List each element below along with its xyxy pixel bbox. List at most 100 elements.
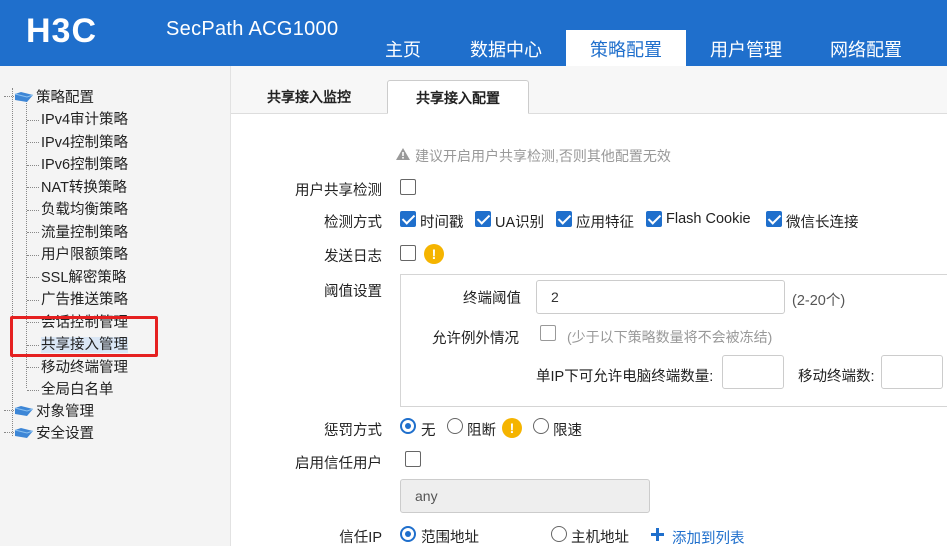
config-form: 建议开启用户共享检测,否则其他配置无效 用户共享检测 检测方式 时间戳 UA识别… [231, 114, 947, 546]
detect-timestamp-checkbox[interactable] [400, 211, 416, 227]
allow-exception-label: 允许例外情况 [432, 331, 519, 347]
user-share-detect-checkbox[interactable] [400, 179, 416, 195]
detect-ua-checkbox[interactable] [475, 211, 491, 227]
terminal-threshold-label: 终端阈值 [463, 291, 521, 307]
tree-root-security[interactable]: 安全设置 [4, 422, 94, 443]
tree-root-label: 安全设置 [36, 426, 94, 442]
allow-exception-checkbox[interactable] [540, 325, 556, 341]
penalty-none-label: 无 [421, 423, 436, 439]
penalty-throttle-label: 限速 [553, 423, 582, 439]
sidebar-item-label: IPv4审计策略 [41, 112, 129, 128]
detect-wechat-label: 微信长连接 [786, 215, 859, 231]
user-share-detect-label: 用户共享检测 [295, 183, 382, 199]
sidebar-item-ipv4-audit[interactable]: IPv4审计策略 [27, 108, 128, 129]
penalty-throttle-radio[interactable] [533, 418, 549, 434]
nav-network-config[interactable]: 网络配置 [820, 30, 912, 66]
sidebar-item-label: 广告推送策略 [41, 292, 128, 308]
tree-connector [27, 164, 39, 166]
tree-connector [27, 232, 39, 234]
tree-connector [27, 187, 39, 189]
tree-connector [27, 142, 39, 144]
tree-connector [27, 209, 39, 211]
plus-icon[interactable] [651, 528, 664, 541]
detect-method-label: 检测方式 [324, 215, 382, 231]
detect-app-feature-label: 应用特征 [576, 215, 634, 231]
sidebar-item-label: 流量控制策略 [41, 224, 128, 241]
nav-data-center[interactable]: 数据中心 [460, 30, 552, 66]
tree-connector [27, 299, 39, 301]
penalty-label: 惩罚方式 [324, 423, 382, 439]
sidebar-item-ad-push[interactable]: 广告推送策略 [27, 288, 128, 309]
folder-icon [14, 427, 34, 438]
sidebar-item-label: 用户限额策略 [41, 247, 128, 263]
tree-root-label: 策略配置 [36, 90, 94, 106]
exclamation-icon[interactable]: ! [424, 244, 444, 264]
tree-root-objects[interactable]: 对象管理 [4, 400, 94, 421]
detect-app-feature-checkbox[interactable] [556, 211, 572, 227]
detect-flash-cookie-label: Flash Cookie [666, 211, 751, 227]
folder-icon [14, 405, 34, 416]
main-nav: 主页 数据中心 策略配置 用户管理 网络配置 [0, 30, 947, 66]
sidebar-item-flow-control[interactable]: 流量控制策略 [27, 221, 128, 242]
tab-bar: 共享接入监控 共享接入配置 [231, 66, 947, 114]
tree-connector [27, 389, 39, 391]
trust-ip-host-label: 主机地址 [571, 530, 629, 546]
tree-connector-root [12, 88, 13, 436]
threshold-label: 阈值设置 [324, 284, 382, 300]
detect-wechat-checkbox[interactable] [766, 211, 782, 227]
sidebar-item-user-quota[interactable]: 用户限额策略 [27, 243, 128, 264]
warning-icon [396, 148, 410, 160]
tree-connector [27, 277, 39, 279]
penalty-none-radio[interactable] [400, 418, 416, 434]
nav-policy-config[interactable]: 策略配置 [566, 30, 686, 66]
tree-connector [27, 367, 39, 369]
trust-ip-label: 信任IP [339, 530, 382, 546]
threshold-panel: 终端阈值 2 (2-20个) 允许例外情况 (少于以下策略数量将不会被冻结) 单… [400, 274, 947, 407]
sidebar-item-label: SSL解密策略 [41, 269, 127, 286]
sidebar-item-label: 移动终端管理 [41, 359, 128, 376]
nav-home[interactable]: 主页 [372, 30, 434, 66]
trust-user-input[interactable]: any [400, 479, 650, 513]
tab-share-monitor[interactable]: 共享接入监控 [247, 80, 371, 114]
penalty-block-label: 阻断 [467, 423, 496, 439]
trust-ip-range-radio[interactable] [400, 526, 416, 542]
tab-share-config[interactable]: 共享接入配置 [387, 80, 529, 114]
allow-exception-hint: (少于以下策略数量将不会被冻结) [567, 329, 773, 345]
sidebar-item-global-whitelist[interactable]: 全局白名单 [27, 378, 114, 399]
sidebar-item-ipv4-control[interactable]: IPv4控制策略 [27, 131, 128, 152]
terminal-threshold-hint: (2-20个) [792, 293, 846, 309]
sidebar-item-label: 负载均衡策略 [41, 202, 128, 218]
sidebar-item-label: NAT转换策略 [41, 179, 127, 196]
mobile-count-label: 移动终端数: [798, 369, 875, 385]
tree-connector [27, 254, 39, 256]
tree-root-policy[interactable]: 策略配置 [4, 86, 94, 107]
sidebar-item-mobile-terminal[interactable]: 移动终端管理 [27, 356, 128, 377]
sidebar-item-nat[interactable]: NAT转换策略 [27, 176, 127, 197]
send-log-checkbox[interactable] [400, 245, 416, 261]
detect-flash-cookie-checkbox[interactable] [646, 211, 662, 227]
tree-connector [27, 119, 39, 121]
sidebar-item-load-balance[interactable]: 负载均衡策略 [27, 198, 128, 219]
nav-user-management[interactable]: 用户管理 [700, 30, 792, 66]
trust-ip-host-radio[interactable] [551, 526, 567, 542]
penalty-block-radio[interactable] [447, 418, 463, 434]
add-to-list-link[interactable]: 添加到列表 [672, 527, 745, 546]
exclamation-icon[interactable]: ! [502, 418, 522, 438]
trust-user-label: 启用信任用户 [295, 456, 382, 472]
sidebar-item-label: 全局白名单 [41, 382, 114, 398]
terminal-threshold-input[interactable]: 2 [536, 280, 785, 314]
trust-user-checkbox[interactable] [405, 451, 421, 467]
folder-icon [14, 91, 34, 102]
sidebar-item-ipv6-control[interactable]: IPv6控制策略 [27, 153, 128, 174]
sidebar-item-label: IPv6控制策略 [41, 157, 129, 173]
tree-root-label: 对象管理 [36, 404, 94, 420]
pc-count-input[interactable] [722, 355, 784, 389]
mobile-count-input[interactable] [881, 355, 943, 389]
detect-ua-label: UA识别 [495, 215, 545, 231]
sidebar-item-label: IPv4控制策略 [41, 134, 129, 151]
sidebar-item-ssl-decrypt[interactable]: SSL解密策略 [27, 266, 126, 287]
notice-text: 建议开启用户共享检测,否则其他配置无效 [415, 148, 671, 164]
send-log-label: 发送日志 [324, 249, 382, 265]
trust-ip-range-label: 范围地址 [421, 530, 479, 546]
pc-count-label: 单IP下可允许电脑终端数量: [536, 369, 714, 385]
